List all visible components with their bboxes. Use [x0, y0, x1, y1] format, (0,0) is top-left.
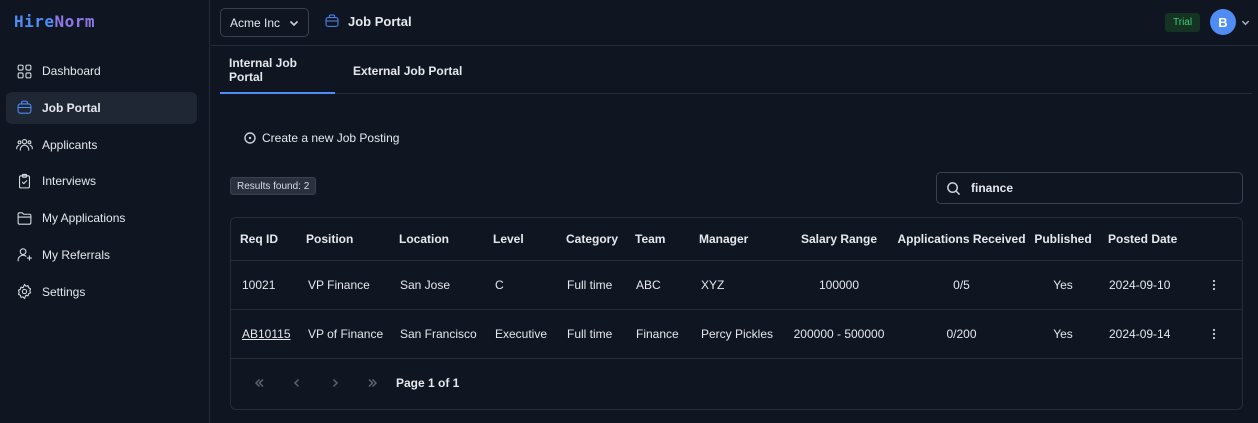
table-row[interactable]: 10021 VP Finance San Jose C Full time AB…: [231, 261, 1242, 310]
cell-applications-received: 0/5: [953, 278, 970, 292]
cell-req-id-link[interactable]: AB10115: [242, 310, 291, 358]
row-actions-menu-icon[interactable]: [1206, 261, 1222, 309]
cell-position: VP of Finance: [308, 327, 384, 341]
sidebar-item-dashboard[interactable]: Dashboard: [6, 55, 197, 87]
column-header-team[interactable]: Team: [635, 218, 665, 260]
pagination: Page 1 of 1: [231, 359, 1242, 409]
cell-posted-date: 2024-09-10: [1109, 278, 1171, 292]
sidebar-item-interviews[interactable]: Interviews: [6, 165, 197, 197]
chevron-down-icon[interactable]: [1241, 16, 1250, 26]
results-count-badge: Results found: 2: [230, 177, 317, 195]
search-icon: [947, 181, 961, 195]
create-job-posting-button[interactable]: Create a new Job Posting: [244, 131, 399, 145]
chevron-down-icon: [289, 17, 299, 27]
tab-internal-job-portal[interactable]: Internal Job Portal: [220, 47, 335, 94]
row-actions-menu-icon[interactable]: [1206, 310, 1222, 358]
search-box[interactable]: [936, 172, 1243, 204]
sidebar-item-my-applications[interactable]: My Applications: [6, 202, 197, 234]
cell-salary-range: 100000: [818, 278, 860, 292]
sidebar-item-settings[interactable]: Settings: [6, 276, 197, 308]
cell-level: C: [495, 278, 504, 292]
cell-category: Full time: [567, 278, 613, 292]
column-header-published[interactable]: Published: [1033, 218, 1093, 260]
cell-location: San Francisco: [400, 327, 477, 341]
search-input[interactable]: [971, 181, 1221, 195]
table-header-row: Req ID Position Location Level Category …: [231, 218, 1242, 261]
sidebar-item-label: Dashboard: [42, 64, 101, 78]
logo-part1: Hire: [14, 12, 55, 31]
column-header-posted-date[interactable]: Posted Date: [1108, 218, 1177, 260]
avatar[interactable]: B: [1210, 9, 1236, 35]
sidebar-item-applicants[interactable]: Applicants: [6, 129, 197, 161]
sidebar-nav: Dashboard Job Portal Applicants Intervie…: [6, 55, 197, 313]
column-header-req-id[interactable]: Req ID: [240, 218, 278, 260]
next-page-icon[interactable]: [328, 376, 342, 390]
column-header-manager[interactable]: Manager: [699, 218, 748, 260]
cell-location: San Jose: [400, 278, 451, 292]
cell-position: VP Finance: [308, 278, 370, 292]
cell-applications-received: 0/200: [946, 327, 977, 341]
briefcase-icon: [16, 99, 33, 116]
org-select-value: Acme Inc: [230, 15, 281, 30]
page-indicator: Page 1 of 1: [396, 376, 460, 390]
logo[interactable]: HireNorm: [14, 12, 95, 31]
cell-published: Yes: [1053, 327, 1073, 341]
sidebar-item-label: My Referrals: [42, 247, 111, 262]
cell-manager: Percy Pickles: [701, 327, 774, 341]
cell-manager: XYZ: [701, 278, 725, 292]
sidebar-item-my-referrals[interactable]: My Referrals: [6, 239, 197, 271]
create-job-posting-label: Create a new Job Posting: [262, 131, 400, 145]
clipboard-check-icon: [16, 173, 33, 190]
page-title-text: Job Portal: [348, 13, 412, 29]
column-header-salary-range[interactable]: Salary Range: [784, 218, 894, 260]
first-page-icon[interactable]: [252, 376, 266, 390]
cell-req-id: 10021: [242, 278, 276, 292]
trial-badge: Trial: [1165, 13, 1201, 32]
folder-icon: [16, 210, 33, 227]
org-select[interactable]: Acme Inc: [220, 8, 309, 37]
gear-icon: [16, 283, 33, 300]
column-header-applications-received[interactable]: Applications Received: [897, 218, 1025, 260]
tab-external-job-portal[interactable]: External Job Portal: [344, 47, 471, 94]
sidebar-item-label: Settings: [42, 284, 86, 299]
table-row[interactable]: AB10115 VP of Finance San Francisco Exec…: [231, 310, 1242, 359]
logo-part2: Norm: [54, 12, 96, 31]
sidebar: HireNorm Dashboard Job Portal Applicants…: [0, 0, 210, 423]
column-header-level[interactable]: Level: [493, 218, 524, 260]
portal-tabs: Internal Job Portal External Job Portal: [220, 47, 1252, 94]
cell-posted-date: 2024-09-14: [1109, 327, 1171, 341]
sidebar-item-label: Job Portal: [42, 100, 101, 115]
topbar: Acme Inc Job Portal Trial B: [211, 0, 1258, 46]
cell-team: ABC: [636, 278, 661, 292]
user-plus-icon: [16, 246, 33, 263]
column-header-category[interactable]: Category: [566, 218, 618, 260]
column-header-location[interactable]: Location: [399, 218, 449, 260]
users-icon: [16, 136, 33, 153]
column-header-position[interactable]: Position: [306, 218, 353, 260]
previous-page-icon[interactable]: [290, 376, 304, 390]
briefcase-icon: [325, 14, 339, 27]
sidebar-item-job-portal[interactable]: Job Portal: [6, 91, 197, 124]
cell-category: Full time: [567, 327, 613, 341]
cell-published: Yes: [1053, 278, 1073, 292]
job-postings-table: Req ID Position Location Level Category …: [230, 217, 1243, 410]
sidebar-item-label: Interviews: [42, 174, 97, 189]
cell-level: Executive: [495, 327, 548, 341]
plus-circle-icon: [244, 132, 256, 144]
sidebar-item-label: My Applications: [42, 211, 126, 226]
cell-team: Finance: [636, 327, 679, 341]
sidebar-item-label: Applicants: [42, 137, 98, 152]
page-title: Job Portal: [324, 13, 412, 29]
grid-icon: [16, 63, 33, 80]
cell-salary-range: 200000 - 500000: [793, 327, 885, 341]
last-page-icon[interactable]: [366, 376, 380, 390]
